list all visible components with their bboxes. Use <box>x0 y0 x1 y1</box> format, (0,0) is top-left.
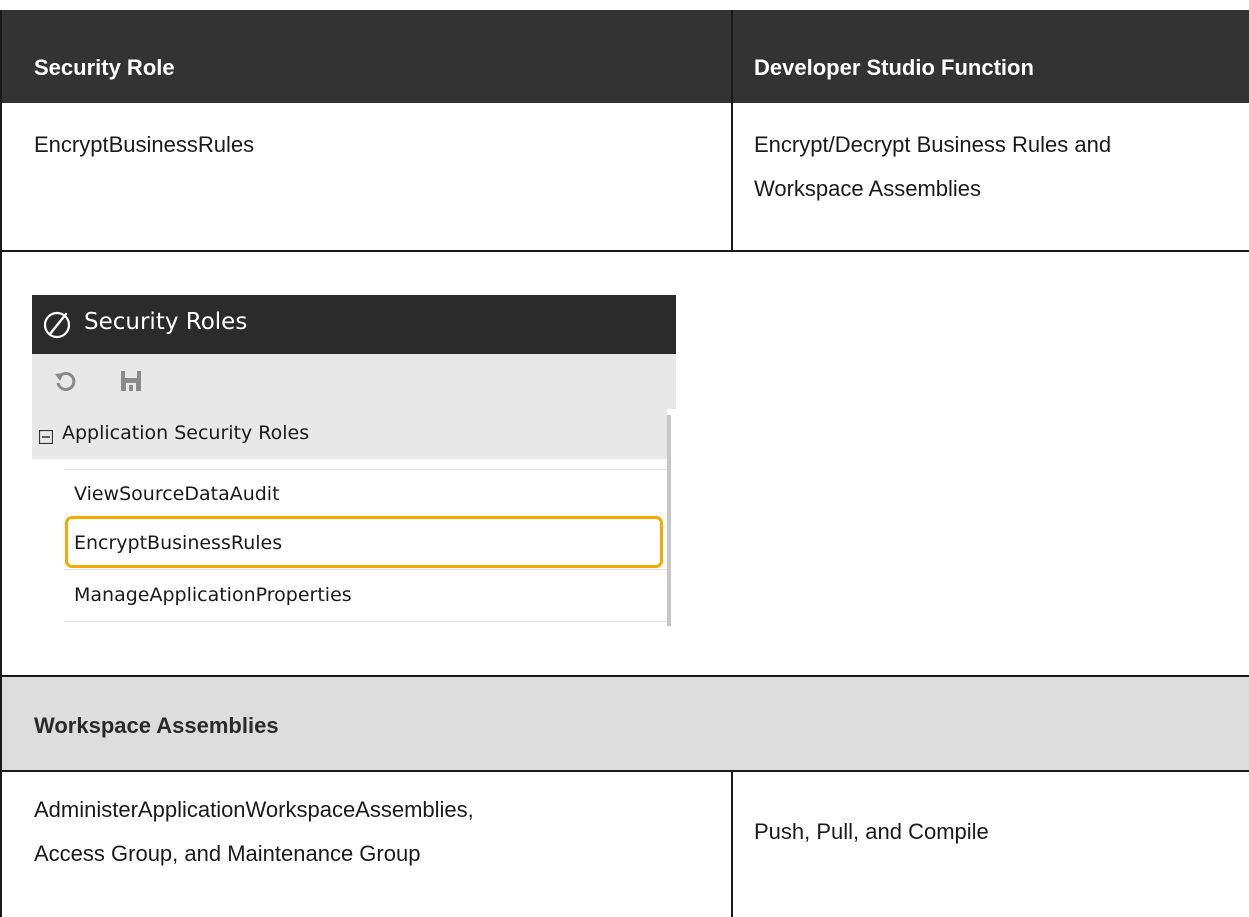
group-label: Application Security Roles <box>62 422 310 444</box>
screenshot-toolbar <box>32 354 676 409</box>
header-developer-studio-function: Developer Studio Function <box>754 55 1034 80</box>
list-item[interactable]: ViewSourceDataAudit <box>64 469 667 521</box>
role-text-line-2: Access Group, and Maintenance Group <box>34 841 421 866</box>
column-divider <box>731 771 733 917</box>
role-name: EncryptBusinessRules <box>34 132 255 157</box>
table-row: AdministerApplicationWorkspaceAssemblies… <box>0 771 1249 917</box>
role-cell: EncryptBusinessRules <box>34 123 254 167</box>
row-divider <box>0 250 1249 252</box>
header-security-role: Security Role <box>34 55 175 80</box>
function-text-line-1: Encrypt/Decrypt Business Rules and <box>754 132 1112 157</box>
refresh-icon[interactable] <box>52 367 80 399</box>
table-border-left <box>0 10 2 917</box>
screenshot-titlebar: Security Roles <box>32 295 676 354</box>
function-cell: Push, Pull, and Compile <box>754 810 989 854</box>
column-divider <box>731 10 733 251</box>
highlight-box <box>65 516 663 568</box>
save-icon[interactable] <box>118 367 144 399</box>
list-item[interactable]: ManageApplicationProperties <box>64 571 667 622</box>
role-text-line-1: AdministerApplicationWorkspaceAssemblies… <box>34 797 474 822</box>
function-text-line-2: Workspace Assemblies <box>754 176 982 201</box>
list-item-label: ViewSourceDataAudit <box>74 483 280 505</box>
group-application-security-roles[interactable]: Application Security Roles <box>32 409 667 459</box>
app-logo-icon <box>41 309 73 345</box>
function-text: Push, Pull, and Compile <box>754 819 989 844</box>
section-row: Workspace Assemblies <box>0 676 1249 771</box>
security-roles-screenshot: Security Roles Application Security Role… <box>32 295 676 626</box>
security-roles-table: Security Role Developer Studio Function … <box>0 0 1249 917</box>
table-row: EncryptBusinessRules Encrypt/Decrypt Bus… <box>0 103 1249 251</box>
function-cell: Encrypt/Decrypt Business Rules and Works… <box>754 123 1111 211</box>
row-divider <box>0 770 1249 772</box>
row-divider <box>0 675 1249 677</box>
list-item-label: ManageApplicationProperties <box>74 584 352 606</box>
section-title: Workspace Assemblies <box>34 713 279 738</box>
role-cell: AdministerApplicationWorkspaceAssemblies… <box>34 788 474 876</box>
table-header-row: Security Role Developer Studio Function <box>0 10 1249 103</box>
collapse-icon[interactable] <box>38 429 54 448</box>
screenshot-title: Security Roles <box>84 309 248 335</box>
scrollbar[interactable] <box>667 415 671 626</box>
